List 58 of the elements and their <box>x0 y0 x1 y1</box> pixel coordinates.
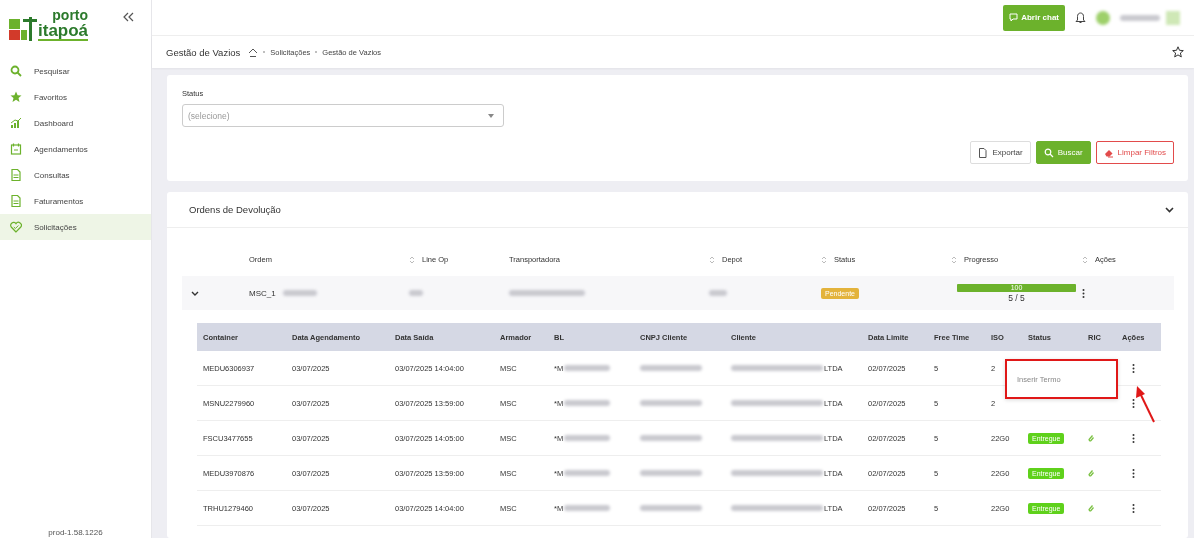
version-text: prod-1.58.1226 <box>47 528 104 538</box>
redacted-text <box>1120 14 1160 21</box>
caret-icon <box>488 113 494 118</box>
logo-mark-icon <box>9 17 37 41</box>
section-title: Ordens de Devolução <box>189 204 281 215</box>
paperclip-icon[interactable] <box>1088 469 1094 477</box>
logo-text: itapoá <box>38 22 89 41</box>
search-icon <box>1043 147 1054 158</box>
redacted-text <box>564 505 611 511</box>
sidebar-item[interactable]: Faturamentos <box>0 188 151 214</box>
redacted-text <box>564 400 611 406</box>
chevron-icon[interactable] <box>191 290 199 296</box>
export-button[interactable]: Exportar <box>970 141 1031 164</box>
redacted-text <box>640 400 702 406</box>
document-icon <box>10 195 22 207</box>
table-cell: MSC_1 <box>249 288 276 298</box>
redacted-text <box>409 290 423 296</box>
star-icon <box>10 91 22 103</box>
sidebar-item[interactable]: Solicitações <box>0 214 151 240</box>
paperclip-icon[interactable] <box>1088 434 1094 442</box>
more-icon[interactable] <box>1082 288 1085 298</box>
collapse-icon[interactable] <box>123 12 135 22</box>
heart-check-icon <box>10 221 22 233</box>
progress-text: 5 / 5 <box>1007 292 1026 303</box>
sidebar-item[interactable]: Agendamentos <box>0 136 151 162</box>
clear-filters-button[interactable]: Limpar Filtros <box>1095 141 1174 164</box>
document-icon <box>978 147 989 158</box>
eraser-icon <box>1103 147 1114 158</box>
bar-chart-icon <box>10 117 22 129</box>
redacted-text <box>640 470 702 476</box>
document-icon <box>10 169 22 181</box>
home-icon[interactable] <box>248 47 259 57</box>
chevron-icon[interactable] <box>1165 206 1174 213</box>
more-icon[interactable] <box>1132 503 1135 513</box>
more-icon[interactable] <box>1132 468 1135 478</box>
sidebar-item[interactable]: Consultas <box>0 162 151 188</box>
more-icon[interactable] <box>1132 433 1135 443</box>
more-icon[interactable] <box>1132 363 1135 373</box>
sidebar-item[interactable]: Dashboard <box>0 110 151 136</box>
chat-icon <box>1009 13 1019 22</box>
more-icon[interactable] <box>1132 398 1135 408</box>
redacted-text <box>640 505 702 511</box>
sidebar-item[interactable]: Pesquisar <box>0 58 151 84</box>
redacted-text <box>709 290 727 296</box>
paperclip-icon[interactable] <box>1088 504 1094 512</box>
star-outline-icon[interactable] <box>1172 46 1184 58</box>
redacted-text <box>564 365 611 371</box>
calendar-icon <box>10 143 22 155</box>
search-icon <box>10 65 22 77</box>
bell-icon[interactable] <box>1075 11 1086 24</box>
sidebar-item[interactable]: Favoritos <box>0 84 151 110</box>
page-title: Gestão de Vazios <box>166 46 241 58</box>
redacted-text <box>640 365 702 371</box>
redacted-text <box>282 290 317 296</box>
redacted-text <box>640 435 702 441</box>
redacted-text <box>564 470 611 476</box>
redacted-text <box>564 435 611 441</box>
logo-text: porto <box>52 8 89 22</box>
